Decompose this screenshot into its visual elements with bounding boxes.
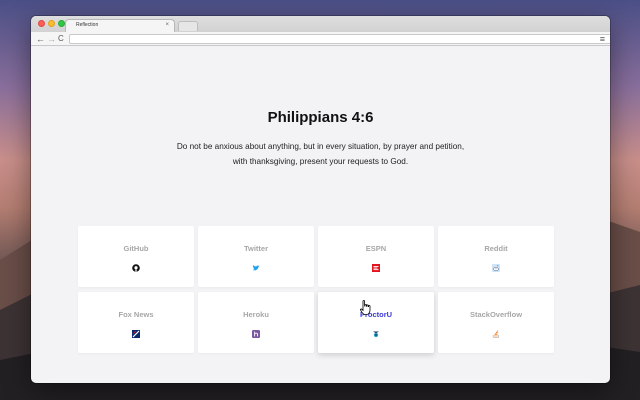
reload-icon[interactable]: C <box>58 32 64 46</box>
verse-text: Do not be anxious about anything, but in… <box>131 139 510 169</box>
verse-text-line-1: Do not be anxious about anything, but in… <box>176 142 465 151</box>
verse-reference: Philippians 4:6 <box>267 109 374 126</box>
shortcut-tile-reddit[interactable]: Reddit <box>438 226 554 287</box>
proctoru-icon <box>373 331 379 338</box>
browser-window: Reflection × ← → C ☆ ≡ Philippians 4:6 D… <box>31 16 610 383</box>
forward-arrow-icon[interactable]: → <box>47 32 56 46</box>
tab-strip: Reflection × <box>31 16 610 32</box>
shortcut-label: StackOverflow <box>469 310 523 319</box>
browser-toolbar: ← → C ☆ ≡ <box>31 32 610 46</box>
shortcut-label: Twitter <box>243 244 269 253</box>
tab-close-icon[interactable]: × <box>165 20 169 31</box>
address-bar[interactable]: ☆ <box>69 34 610 44</box>
tab-reflection[interactable]: Reflection × <box>65 19 175 32</box>
shortcut-label: GitHub <box>123 244 149 253</box>
twitter-icon <box>252 265 260 271</box>
shortcut-label: ESPN <box>365 244 387 253</box>
shortcut-label: ProctorU <box>359 310 393 319</box>
espn-icon <box>372 264 380 272</box>
shortcut-tile-twitter[interactable]: Twitter <box>198 226 314 287</box>
shortcut-tile-espn[interactable]: ESPN <box>318 226 434 287</box>
shortcut-label: Reddit <box>484 244 508 253</box>
foxnews-icon <box>132 330 140 338</box>
new-tab-button[interactable] <box>178 21 198 31</box>
shortcut-tile-proctoru[interactable]: ProctorU <box>318 292 434 353</box>
heroku-icon <box>252 330 260 338</box>
tab-title: Reflection <box>76 22 99 28</box>
verse-text-line-2: with thanksgiving, present your requests… <box>232 157 409 166</box>
shortcut-tile-heroku[interactable]: Heroku <box>198 292 314 353</box>
browser-menu-icon[interactable]: ≡ <box>600 32 605 46</box>
back-arrow-icon[interactable]: ← <box>36 32 45 46</box>
github-icon <box>132 264 140 272</box>
new-tab-page: Philippians 4:6 Do not be anxious about … <box>31 47 610 383</box>
shortcut-label: Fox News <box>118 310 154 319</box>
shortcut-tile-foxnews[interactable]: Fox News <box>78 292 194 353</box>
window-maximize-button[interactable] <box>58 20 65 27</box>
window-close-button[interactable] <box>38 20 45 27</box>
pointer-hand-cursor-icon <box>360 300 371 315</box>
shortcut-label: Heroku <box>243 310 269 319</box>
reddit-icon <box>492 264 500 272</box>
shortcut-tile-github[interactable]: GitHub <box>78 226 194 287</box>
shortcut-tile-stackoverflow[interactable]: StackOverflow <box>438 292 554 353</box>
window-minimize-button[interactable] <box>48 20 55 27</box>
stackoverflow-icon <box>492 330 499 338</box>
